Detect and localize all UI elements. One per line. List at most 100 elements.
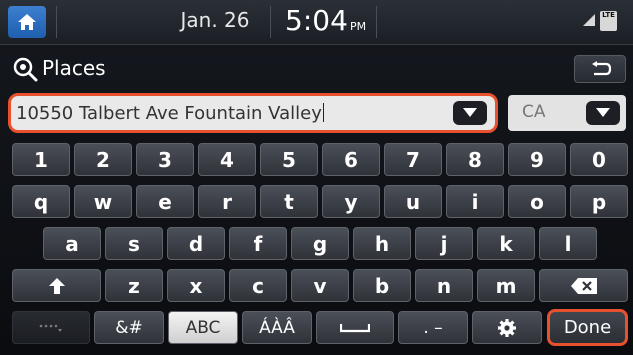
key-m[interactable]: m: [477, 269, 535, 302]
address-dropdown-button[interactable]: [453, 101, 487, 125]
home-button[interactable]: [8, 6, 46, 38]
key-label: p: [591, 189, 607, 214]
key-label: c: [252, 273, 264, 298]
key-y[interactable]: y: [322, 185, 380, 218]
key-label: z: [128, 273, 140, 298]
backspace-icon: [570, 277, 597, 294]
key-n[interactable]: n: [415, 269, 473, 302]
key-r[interactable]: r: [198, 185, 256, 218]
state-select[interactable]: CA: [508, 95, 626, 131]
key-label: a: [65, 231, 79, 256]
key-label: b: [374, 273, 390, 298]
key-d[interactable]: d: [167, 227, 225, 260]
address-text-wrap: 10550 Talbert Ave Fountain Valley: [16, 103, 324, 124]
key-s[interactable]: s: [105, 227, 163, 260]
key-k[interactable]: k: [477, 227, 535, 260]
key-label: s: [128, 231, 140, 256]
navigation-screen: Jan. 26 5:04 PM LTE Places 10550 Talbert…: [0, 0, 633, 355]
space-icon: [340, 323, 370, 332]
key-h[interactable]: h: [353, 227, 411, 260]
key-label: o: [530, 189, 544, 214]
key-4[interactable]: 4: [198, 143, 256, 176]
key-label: y: [344, 189, 358, 214]
key-g[interactable]: g: [291, 227, 349, 260]
date-label: Jan. 26: [180, 8, 250, 32]
text-caret: [322, 103, 324, 122]
key-label: 9: [530, 147, 544, 172]
address-input[interactable]: 10550 Talbert Ave Fountain Valley: [8, 93, 498, 133]
places-search-icon: [13, 57, 38, 82]
key-label: &#: [115, 317, 143, 338]
key-label: w: [93, 189, 113, 214]
dropdown-arrow-icon: [463, 108, 477, 117]
key-label: f: [253, 231, 263, 256]
shift-key[interactable]: [12, 269, 101, 302]
settings-key[interactable]: [472, 311, 542, 344]
key-label: l: [564, 231, 572, 256]
key-5[interactable]: 5: [260, 143, 318, 176]
back-icon: [592, 61, 612, 76]
key-label: 8: [468, 147, 482, 172]
key-6[interactable]: 6: [322, 143, 380, 176]
key-z[interactable]: z: [105, 269, 163, 302]
key-w[interactable]: w: [74, 185, 132, 218]
key-c[interactable]: c: [229, 269, 287, 302]
accents-key[interactable]: ÁÀÂ: [242, 311, 312, 344]
status-divider: [376, 6, 377, 38]
key-7[interactable]: 7: [384, 143, 442, 176]
key-0[interactable]: 0: [570, 143, 628, 176]
key-label: 6: [344, 147, 358, 172]
key-3[interactable]: 3: [136, 143, 194, 176]
key-e[interactable]: e: [136, 185, 194, 218]
key-u[interactable]: u: [384, 185, 442, 218]
key-v[interactable]: v: [291, 269, 349, 302]
key-label: 3: [158, 147, 172, 172]
key-label: 1: [34, 147, 48, 172]
on-screen-keyboard: 1 2 3 4 5 6 7 8 9 0 q w e r t y u i o p …: [0, 138, 633, 355]
key-2[interactable]: 2: [74, 143, 132, 176]
key-8[interactable]: 8: [446, 143, 504, 176]
done-button[interactable]: Done: [547, 309, 628, 346]
symbols-key[interactable]: &#: [94, 311, 164, 344]
key-label: k: [499, 231, 513, 256]
key-label: r: [222, 189, 232, 214]
key-label: ABC: [185, 317, 221, 338]
lte-icon: LTE: [600, 11, 617, 31]
key-label: 7: [406, 147, 420, 172]
status-divider: [270, 6, 271, 38]
key-9[interactable]: 9: [508, 143, 566, 176]
key-label: h: [374, 231, 390, 256]
dropdown-arrow-icon: [596, 108, 610, 117]
key-label: j: [440, 231, 448, 256]
space-key[interactable]: [316, 311, 394, 344]
key-o[interactable]: o: [508, 185, 566, 218]
status-divider: [56, 6, 57, 38]
key-label: g: [312, 231, 328, 256]
key-label: v: [313, 273, 327, 298]
key-label: 0: [592, 147, 606, 172]
key-a[interactable]: a: [43, 227, 101, 260]
key-label: q: [33, 189, 49, 214]
ampm-label: PM: [350, 20, 367, 33]
key-l[interactable]: l: [539, 227, 597, 260]
key-label: e: [158, 189, 172, 214]
backspace-key[interactable]: [539, 269, 628, 302]
key-j[interactable]: j: [415, 227, 473, 260]
key-p[interactable]: p: [570, 185, 628, 218]
abc-key[interactable]: ABC: [168, 311, 238, 344]
key-b[interactable]: b: [353, 269, 411, 302]
back-button[interactable]: [574, 55, 626, 83]
key-label: i: [471, 189, 479, 214]
key-q[interactable]: q: [12, 185, 70, 218]
key-x[interactable]: x: [167, 269, 225, 302]
key-1[interactable]: 1: [12, 143, 70, 176]
key-i[interactable]: i: [446, 185, 504, 218]
state-dropdown-button[interactable]: [586, 101, 620, 125]
key-t[interactable]: t: [260, 185, 318, 218]
time-label: 5:04: [285, 4, 348, 37]
punctuation-key[interactable]: . –: [398, 311, 468, 344]
lte-label: LTE: [602, 11, 615, 19]
settings-icon: [498, 318, 516, 337]
key-f[interactable]: f: [229, 227, 287, 260]
key-label: ÁÀÂ: [259, 317, 295, 338]
